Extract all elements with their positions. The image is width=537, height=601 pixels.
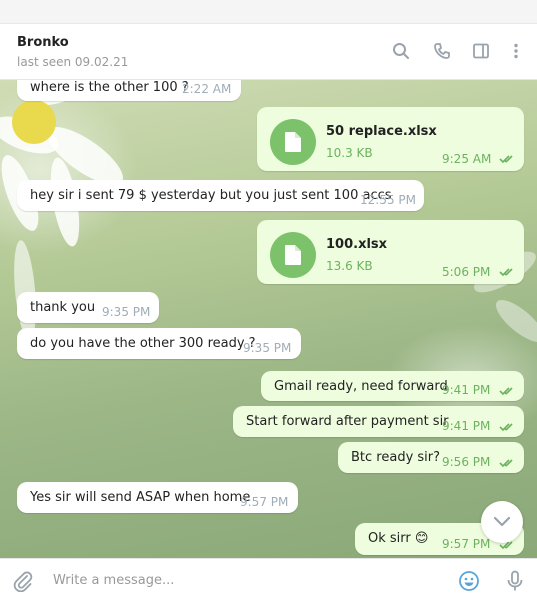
file-name[interactable]: 100.xlsx (326, 237, 387, 252)
attach-icon[interactable] (11, 569, 35, 593)
message-text: thank you (30, 300, 96, 315)
message-outgoing[interactable]: Start forward after payment sir 9:41 PM (233, 406, 524, 437)
message-incoming[interactable]: Yes sir will send ASAP when home 9:57 PM (17, 482, 298, 513)
message-incoming[interactable]: do you have the other 300 ready ? 9:35 P… (17, 328, 301, 359)
microphone-icon[interactable] (503, 569, 527, 593)
message-time: 9:56 PM (442, 455, 491, 469)
contact-name[interactable]: Bronko (17, 35, 69, 50)
more-icon[interactable] (505, 40, 527, 62)
file-size: 13.6 KB (326, 259, 373, 273)
message-outgoing[interactable]: Gmail ready, need forward 9:41 PM (261, 371, 524, 401)
read-checkmarks-icon (499, 423, 513, 432)
message-time: 9:41 PM (442, 383, 491, 397)
message-text: do you have the other 300 ready ? (30, 336, 256, 351)
read-checkmarks-icon (499, 459, 513, 468)
window-top-strip (0, 0, 537, 24)
message-time: 9:25 AM (442, 152, 492, 166)
sidebar-icon[interactable] (470, 40, 492, 62)
message-text: Start forward after payment sir (246, 414, 449, 429)
chat-header: Bronko last seen 09.02.21 (0, 24, 537, 80)
message-composer (0, 558, 537, 601)
read-checkmarks-icon (499, 155, 513, 164)
message-text: where is the other 100 ? (30, 80, 189, 95)
message-text: Yes sir will send ASAP when home (30, 490, 251, 505)
file-name[interactable]: 50 replace.xlsx (326, 124, 437, 139)
phone-icon[interactable] (431, 40, 453, 62)
file-icon[interactable] (270, 232, 316, 278)
message-text: Gmail ready, need forward (274, 379, 448, 394)
file-size: 10.3 KB (326, 146, 373, 160)
telegram-chat-window: Bronko last seen 09.02.21 where is the o… (0, 0, 537, 601)
message-time: 9:57 PM (240, 495, 289, 509)
message-incoming[interactable]: thank you 9:35 PM (17, 292, 159, 323)
message-time: 12:55 PM (360, 193, 416, 207)
read-checkmarks-icon (499, 268, 513, 277)
message-time: 5:06 PM (442, 265, 491, 279)
message-text-content: Ok sirr (368, 531, 411, 546)
message-time: 9:35 PM (243, 341, 292, 355)
message-outgoing-file[interactable]: 100.xlsx 13.6 KB 5:06 PM (257, 220, 524, 284)
file-icon[interactable] (270, 119, 316, 165)
contact-last-seen: last seen 09.02.21 (17, 55, 129, 69)
search-icon[interactable] (390, 40, 412, 62)
message-time: 9:57 PM (442, 537, 491, 551)
message-text: Ok sirr 😊 (368, 531, 428, 546)
message-incoming[interactable]: hey sir i sent 79 $ yesterday but you ju… (17, 180, 424, 211)
message-time: 9:35 PM (102, 305, 151, 319)
smile-emoji-icon: 😊 (414, 531, 429, 546)
message-time: 9:41 PM (442, 419, 491, 433)
chevron-down-icon (493, 516, 511, 527)
emoji-icon[interactable] (457, 569, 481, 593)
chat-area[interactable]: where is the other 100 ? 2:22 AM 50 repl… (0, 80, 537, 558)
message-time: 2:22 AM (182, 82, 232, 96)
message-text: hey sir i sent 79 $ yesterday but you ju… (30, 188, 392, 203)
message-text: Btc ready sir? (351, 450, 441, 465)
read-checkmarks-icon (499, 387, 513, 396)
message-input[interactable] (45, 559, 435, 601)
message-outgoing[interactable]: Btc ready sir? 9:56 PM (338, 442, 524, 473)
message-outgoing-file[interactable]: 50 replace.xlsx 10.3 KB 9:25 AM (257, 107, 524, 171)
message-incoming[interactable]: where is the other 100 ? 2:22 AM (17, 80, 241, 101)
scroll-down-button[interactable] (481, 501, 523, 543)
